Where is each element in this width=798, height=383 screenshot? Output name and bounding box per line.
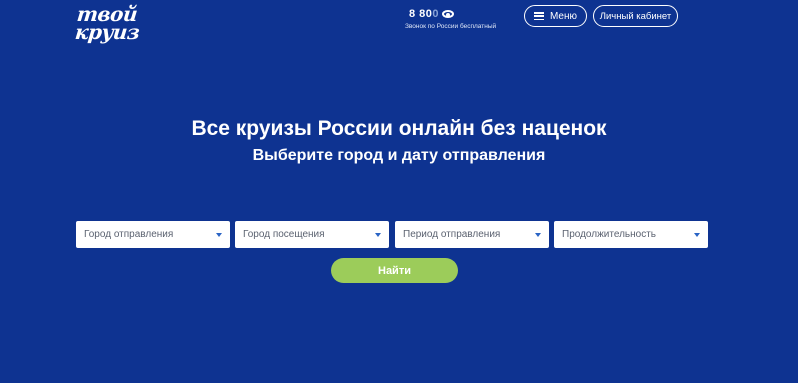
duration-select[interactable]: Продолжительность	[554, 221, 708, 248]
departure-city-select[interactable]: Город отправления	[76, 221, 230, 248]
select-label: Период отправления	[403, 229, 501, 240]
page-title: Все круизы России онлайн без наценок	[191, 117, 607, 140]
personal-account-button[interactable]: Личный кабинет	[593, 5, 678, 27]
page-subtitle: Выберите город и дату отправления	[252, 147, 546, 164]
chevron-down-icon	[535, 233, 541, 237]
phone-number[interactable]: 8 800	[405, 8, 439, 20]
chevron-down-icon	[694, 233, 700, 237]
eye-icon[interactable]	[442, 10, 455, 18]
menu-icon	[533, 12, 544, 20]
menu-button[interactable]: Меню	[524, 5, 587, 27]
departure-period-select[interactable]: Период отправления	[395, 221, 549, 248]
select-label: Город посещения	[243, 229, 325, 240]
chevron-down-icon	[216, 233, 222, 237]
phone-caption: Звонок по России бесплатный	[405, 23, 497, 30]
menu-label: Меню	[549, 10, 578, 22]
select-label: Город отправления	[84, 229, 174, 240]
phone-block: 8 800 Звонок по России бесплатный	[405, 8, 509, 30]
chevron-down-icon	[375, 233, 381, 237]
logo-line2: круиз	[73, 20, 141, 44]
visit-city-select[interactable]: Город посещения	[235, 221, 389, 248]
search-button[interactable]: Найти	[331, 258, 458, 283]
select-label: Продолжительность	[562, 229, 656, 240]
site-logo[interactable]: твой круиз	[73, 2, 142, 44]
